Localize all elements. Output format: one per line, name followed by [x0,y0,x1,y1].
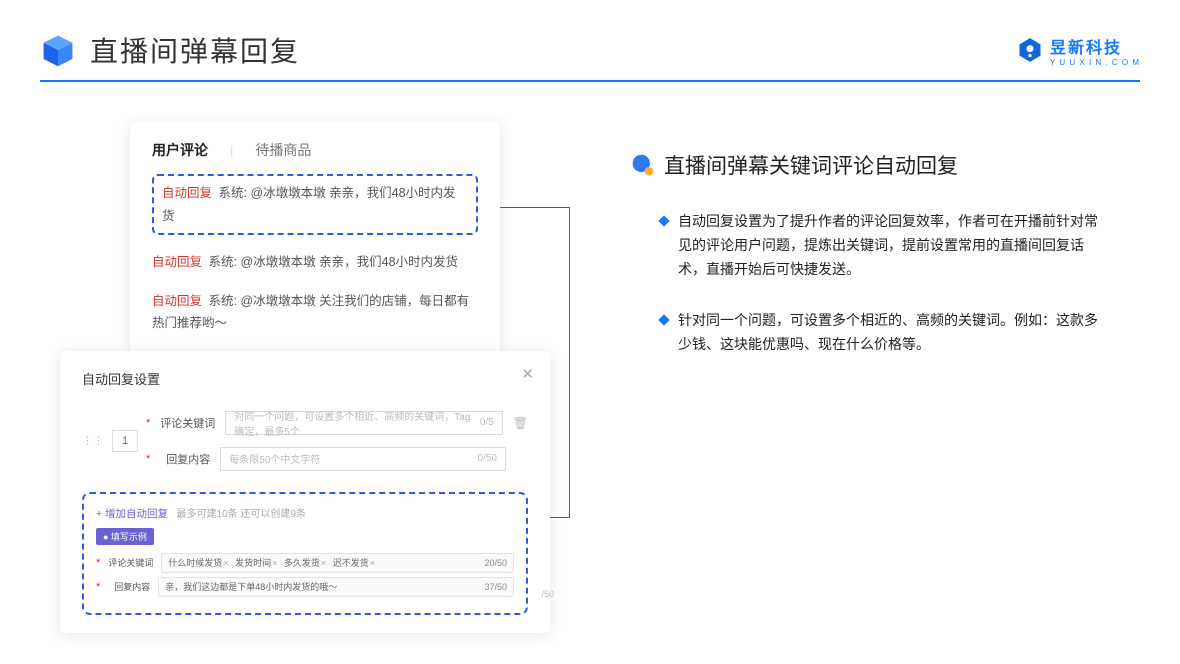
trash-icon[interactable]: 🗑 [513,416,528,430]
screenshots-column: 用户评论 | 待播商品 自动回复 系统: @冰墩墩本墩 亲亲，我们48小时内发货… [60,122,560,633]
comment-prefix: 系统: [219,186,247,200]
logo-text-en: Y U U X I N . C O M [1050,58,1140,67]
logo-icon [1016,36,1044,64]
description-column: 直播间弹幕关键词评论自动回复 自动回复设置为了提升作者的评论回复效率，作者可在开… [630,122,1150,633]
ex-reply-input[interactable]: 亲，我们这边都是下单48小时内发货的哦～ 37/50 [158,577,514,597]
keyword-input[interactable]: 对同一个问题，可设置多个相近、高频的关键词，Tag确定，最多5个 0/5 [225,411,502,435]
keyword-field-row: * 评论关键词 对同一个问题，可设置多个相近、高频的关键词，Tag确定，最多5个… [146,408,528,438]
add-limit-text: 最多可建10条 还可以创建9条 [177,509,306,520]
section-heading: 直播间弹幕关键词评论自动回复 [630,150,1150,180]
char-count: 37/50 [484,582,507,592]
highlighted-comment: 自动回复 系统: @冰墩墩本墩 亲亲，我们48小时内发货 [152,174,478,235]
diamond-icon [658,315,669,326]
tab-separator: | [230,143,233,158]
keyword-tags: 什么时候发货× 发货时间× 多久发货× 迟不发货× [168,556,379,569]
rule-index: 1 [112,430,138,452]
reply-label: 回复内容 [160,451,210,467]
add-auto-reply-link[interactable]: + 增加自动回复 [96,508,168,520]
example-badge: ● 填写示例 [96,528,154,545]
diamond-icon [658,215,669,226]
bullet-item: 针对同一个问题，可设置多个相近的、高频的关键词。例如：这款多少钱、这块能优惠吗、… [660,309,1150,357]
bullet-list: 自动回复设置为了提升作者的评论回复效率，作者可在开播前针对常见的评论用户问题，提… [630,210,1150,357]
input-placeholder: 对同一个问题，可设置多个相近、高频的关键词，Tag确定，最多5个 [234,408,480,438]
ex-reply-value: 亲，我们这边都是下单48小时内发货的哦～ [165,580,337,593]
ex-keyword-input[interactable]: 什么时候发货× 发货时间× 多久发货× 迟不发货× 20/50 [161,553,514,573]
auto-reply-tag: 自动回复 [152,255,202,269]
example-keyword-row: * 评论关键词 什么时候发货× 发货时间× 多久发货× 迟不发货× 20/50 [96,551,514,575]
bullet-text: 自动回复设置为了提升作者的评论回复效率，作者可在开播前针对常见的评论用户问题，提… [678,210,1098,281]
keyword-label: 评论关键词 [160,415,215,431]
comment-item: 自动回复 系统: @冰墩墩本墩 亲亲，我们48小时内发货 [152,243,478,282]
comments-card: 用户评论 | 待播商品 自动回复 系统: @冰墩墩本墩 亲亲，我们48小时内发货… [130,122,500,361]
reply-field-row: * 回复内容 每条限50个中文字符 0/50 [146,444,528,474]
required-marker: * [146,417,150,429]
auto-reply-tag: 自动回复 [162,186,212,200]
brand-logo: 昱新科技 Y U U X I N . C O M [1016,34,1140,67]
header-left: 直播间弹幕回复 [40,30,300,70]
ex-keyword-label: 评论关键词 [108,556,153,569]
page-header: 直播间弹幕回复 昱新科技 Y U U X I N . C O M [0,0,1180,80]
comment-prefix: 系统: [209,255,237,269]
comment-item: 自动回复 系统: @冰墩墩本墩 亲亲，我们48小时内发货 [162,182,468,227]
bullet-text: 针对同一个问题，可设置多个相近的、高频的关键词。例如：这款多少钱、这块能优惠吗、… [678,309,1098,357]
tab-user-comments[interactable]: 用户评论 [152,140,208,160]
logo-text-cn: 昱新科技 [1050,34,1140,58]
tabs: 用户评论 | 待播商品 [152,140,478,170]
setting-rule-row: ⋮⋮ 1 * 评论关键词 对同一个问题，可设置多个相近、高频的关键词，Tag确定… [82,392,528,480]
tab-pending-goods[interactable]: 待播商品 [255,140,311,160]
char-count: 0/5 [480,417,494,428]
cube-icon [40,32,76,68]
bullet-item: 自动回复设置为了提升作者的评论回复效率，作者可在开播前针对常见的评论用户问题，提… [660,210,1150,281]
required-marker: * [146,453,150,465]
char-count: 20/50 [484,558,507,568]
settings-title: 自动回复设置 [82,369,528,392]
drag-handle-icon[interactable]: ⋮⋮ [82,434,104,447]
auto-reply-tag: 自动回复 [152,294,202,308]
example-box: + 增加自动回复 最多可建10条 还可以创建9条 ● 填写示例 * 评论关键词 … [82,492,528,615]
add-rule-row: + 增加自动回复 最多可建10条 还可以创建9条 [96,504,514,522]
chat-bubble-icon [630,153,654,177]
settings-card: 自动回复设置 ✕ ⋮⋮ 1 * 评论关键词 对同一个问题，可设置多个相近、高频的… [60,351,550,633]
comment-item: 自动回复 系统: @冰墩墩本墩 关注我们的店铺，每日都有热门推荐哟～ [152,282,478,343]
char-count: 0/50 [478,453,497,464]
section-title: 直播间弹幕关键词评论自动回复 [664,150,958,180]
ex-reply-label: 回复内容 [108,580,150,593]
required-marker: * [96,557,100,569]
outer-count: /50 [541,589,554,599]
required-marker: * [96,581,100,593]
input-placeholder: 每条限50个中文字符 [229,451,320,466]
close-icon[interactable]: ✕ [521,365,534,383]
comment-text: @冰墩墩本墩 亲亲，我们48小时内发货 [240,255,458,269]
reply-input[interactable]: 每条限50个中文字符 0/50 [220,447,506,471]
page-title: 直播间弹幕回复 [90,30,300,70]
example-reply-row: * 回复内容 亲，我们这边都是下单48小时内发货的哦～ 37/50 [96,575,514,599]
comment-prefix: 系统: [209,294,237,308]
